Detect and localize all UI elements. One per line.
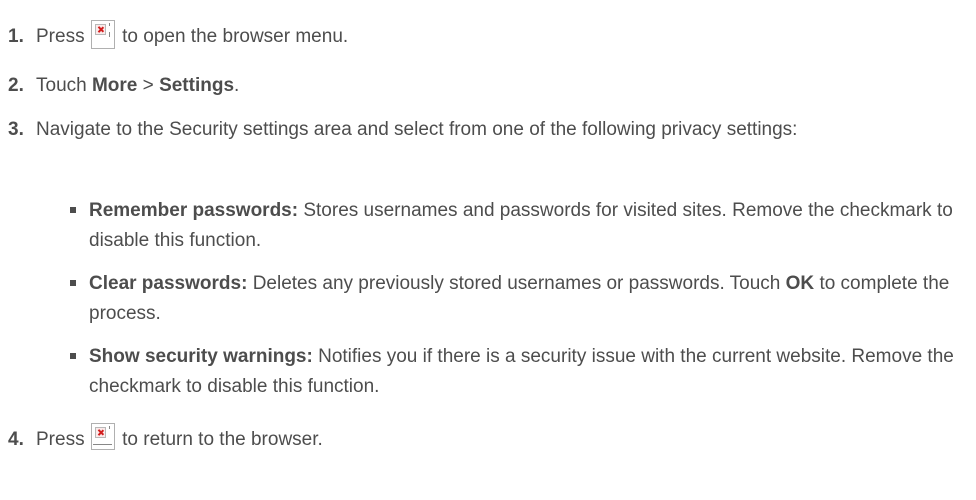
bullet-description: Deletes any previously stored usernames … [252,273,781,294]
menu-settings-label: Settings [159,75,235,96]
bullet-label: Show security warnings: [89,346,313,367]
step-text-after: to return to the browser. [122,429,323,450]
period: . [234,75,240,96]
bullet-label: Remember passwords: [89,200,299,221]
ok-label: OK [785,273,815,294]
bullet-show-security-warnings: Show security warnings: Notifies you if … [89,342,969,402]
step-1: 1. Press to open the browser menu. [8,20,348,49]
back-key-icon [90,423,116,452]
step-text-before: Press [36,429,85,450]
step-number: 4. [8,429,24,450]
menu-more-label: More [91,75,138,96]
bullet-marker [70,280,76,286]
step-number-3: 3. [8,119,24,140]
bullet-label: Clear passwords: [89,273,248,294]
menu-key-icon [90,20,116,49]
step-2: 2. Touch More > Settings. [8,74,239,98]
step-number: 2. [8,75,24,96]
bullet-remember-passwords: Remember passwords: Stores usernames and… [89,196,969,256]
step-number: 1. [8,26,24,47]
bullet-clear-passwords: Clear passwords: Deletes any previously … [89,269,969,329]
path-separator: > [142,75,154,96]
step-4: 4. Press to return to the browser. [8,423,323,452]
step-text-after: to open the browser menu. [122,26,349,47]
bullet-marker [70,207,76,213]
step-text: Touch [36,75,87,96]
step-text-before: Press [36,26,85,47]
step-3-text: Navigate to the Security settings area a… [36,119,798,140]
bullet-marker [70,353,76,359]
